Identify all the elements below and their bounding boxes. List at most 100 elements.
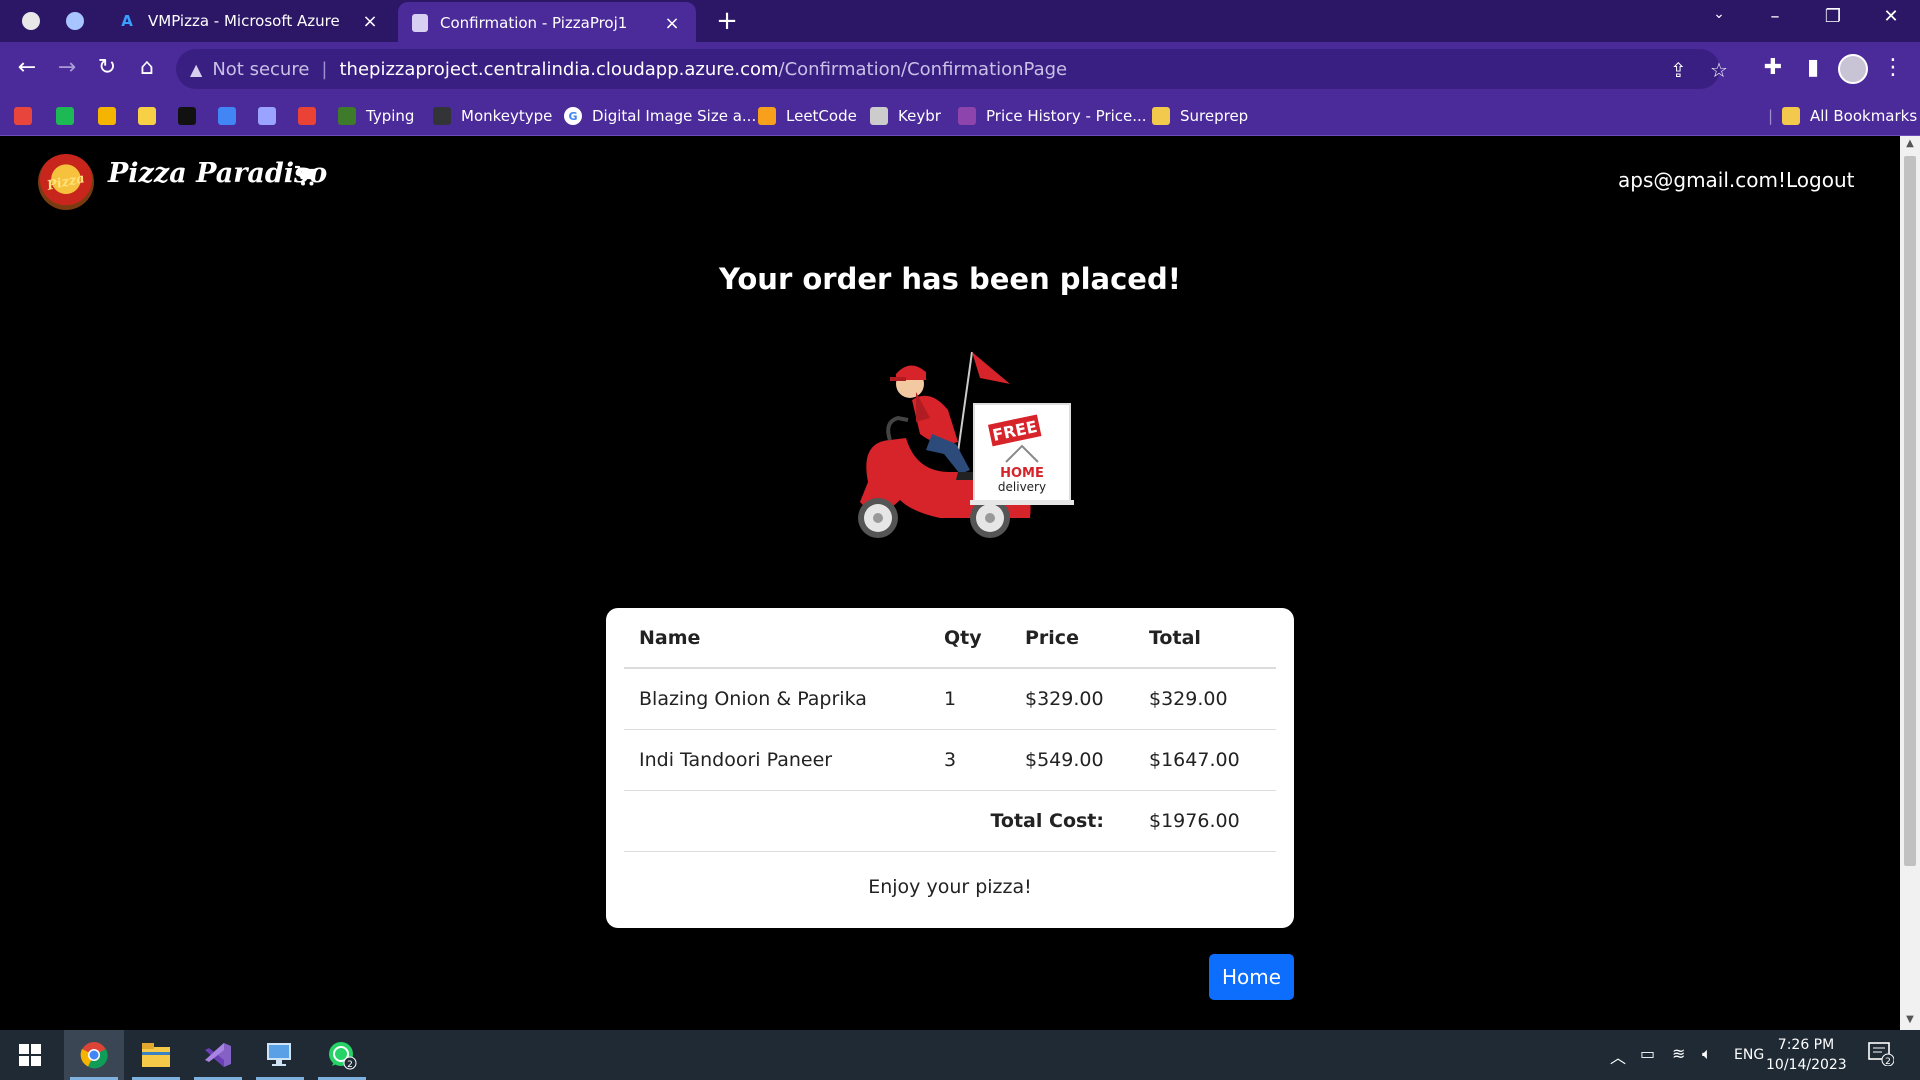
gem-icon: [258, 107, 276, 125]
home-button[interactable]: Home: [1209, 954, 1294, 1000]
enjoy-message: Enjoy your pizza!: [868, 875, 1032, 898]
bookmark-item[interactable]: Sureprep: [1152, 96, 1248, 136]
column-header-total: Total: [1134, 608, 1276, 669]
url-path: /Confirmation/ConfirmationPage: [778, 58, 1068, 80]
bookmark-item[interactable]: Monkeytype: [433, 96, 552, 136]
bookmark-label: Sureprep: [1180, 107, 1249, 125]
visual-studio-icon[interactable]: [188, 1030, 248, 1080]
chrome-icon[interactable]: [64, 1030, 124, 1080]
tab-search-chevron-icon[interactable]: ⌄: [1704, 6, 1734, 22]
security-label[interactable]: Not secure: [212, 59, 309, 80]
item-qty: 1: [929, 668, 1010, 730]
wifi-icon[interactable]: ≋: [1672, 1044, 1685, 1063]
tab-vmpizza-azure[interactable]: A VMPizza - Microsoft Azure ×: [104, 0, 394, 42]
total-cost-value: $1976.00: [1134, 790, 1276, 852]
scroll-up-icon[interactable]: ▲: [1900, 138, 1920, 149]
bookmark-item[interactable]: [56, 96, 84, 136]
item-name: Blazing Onion & Paprika: [624, 668, 929, 730]
whatsapp-icon[interactable]: 2: [312, 1030, 372, 1080]
bookmark-label: Digital Image Size a...: [592, 107, 757, 125]
profile-dot-icon[interactable]: [22, 12, 40, 30]
google-forms-icon: [218, 107, 236, 125]
column-header-price: Price: [1010, 608, 1134, 669]
close-icon[interactable]: ×: [360, 11, 380, 32]
item-price: $549.00: [1010, 729, 1134, 791]
folder-icon: [1152, 107, 1170, 125]
bookmark-item[interactable]: [98, 96, 126, 136]
bookmark-item[interactable]: [14, 96, 42, 136]
bookmark-item[interactable]: G Digital Image Size a...: [564, 96, 756, 136]
column-header-name: Name: [624, 608, 929, 669]
table-header-row: Name Qty Price Total: [624, 608, 1276, 669]
order-summary-card: Name Qty Price Total Blazing Onion & Pap…: [606, 608, 1294, 928]
forward-arrow-icon[interactable]: →: [52, 55, 82, 81]
windows-start-icon[interactable]: [0, 1030, 60, 1080]
bookmark-star-icon[interactable]: ☆: [1710, 58, 1728, 82]
share-icon[interactable]: ⇪: [1670, 58, 1687, 82]
store-icon: [98, 107, 116, 125]
bookmark-label: Price History - Price...: [986, 107, 1147, 125]
minimize-icon[interactable]: –: [1760, 6, 1790, 27]
monkeytype-icon: [433, 107, 451, 125]
volume-icon[interactable]: 🔈︎: [1702, 1044, 1712, 1064]
price-history-icon: [958, 107, 976, 125]
item-price: $329.00: [1010, 668, 1134, 730]
extensions-icon[interactable]: ✚: [1758, 55, 1788, 80]
window-close-icon[interactable]: ✕: [1876, 6, 1906, 27]
pizza-logo[interactable]: Pizza: [38, 154, 94, 210]
cart-icon[interactable]: [294, 164, 318, 195]
address-separator: |: [321, 58, 328, 80]
all-bookmarks-label: All Bookmarks: [1810, 107, 1918, 125]
menu-kebab-icon[interactable]: ⋮: [1878, 55, 1908, 80]
all-bookmarks-button[interactable]: All Bookmarks: [1782, 96, 1917, 136]
side-panel-icon[interactable]: ▮: [1798, 55, 1828, 80]
notifications-icon[interactable]: 2: [1868, 1042, 1895, 1070]
gmail-icon: [298, 107, 316, 125]
file-explorer-icon[interactable]: [126, 1030, 186, 1080]
windows-taskbar: 2 ︿ ▭ ≋ 🔈︎ ENG 7:26 PM 10/14/2023 2: [0, 1030, 1920, 1080]
azure-icon: A: [121, 12, 133, 30]
flipkart-icon: [138, 107, 156, 125]
table-row: Blazing Onion & Paprika 1 $329.00 $329.0…: [624, 668, 1276, 730]
home-icon[interactable]: ⌂: [132, 55, 162, 81]
scroll-thumb[interactable]: [1904, 156, 1916, 866]
logout-link[interactable]: Logout: [1786, 168, 1854, 192]
bookmark-label: LeetCode: [786, 107, 857, 125]
total-row: Total Cost: $1976.00: [624, 790, 1276, 852]
warning-icon[interactable]: ▲: [190, 60, 202, 79]
remote-desktop-icon[interactable]: [250, 1030, 310, 1080]
item-total: $1647.00: [1134, 729, 1276, 791]
bookmark-item[interactable]: [218, 96, 246, 136]
bookmark-item[interactable]: [298, 96, 326, 136]
new-tab-button[interactable]: +: [712, 6, 742, 36]
sign-delivery-text: delivery: [998, 480, 1046, 494]
restore-icon[interactable]: ❐: [1818, 6, 1848, 27]
scroll-down-icon[interactable]: ▼: [1900, 1014, 1920, 1025]
page-title: Your order has been placed!: [719, 262, 1181, 296]
bookmark-item[interactable]: Price History - Price...: [958, 96, 1147, 136]
url-host: thepizzaproject.centralindia.cloudapp.az…: [339, 58, 779, 80]
page-scrollbar[interactable]: ▲ ▼: [1900, 136, 1920, 1030]
sign-home-text: HOME: [1000, 466, 1044, 481]
bookmark-item[interactable]: Typing: [338, 96, 414, 136]
typing-icon: [338, 107, 356, 125]
tab-confirmation[interactable]: Confirmation - PizzaProj1 ×: [398, 2, 696, 44]
amazon-icon: [178, 107, 196, 125]
chevron-up-icon[interactable]: ︿: [1610, 1044, 1626, 1068]
profile-avatar[interactable]: [1838, 54, 1868, 84]
language-indicator[interactable]: ENG: [1734, 1047, 1764, 1063]
bookmark-item[interactable]: [258, 96, 286, 136]
bookmark-item[interactable]: [178, 96, 206, 136]
system-clock[interactable]: 7:26 PM 10/14/2023: [1766, 1035, 1847, 1075]
reload-icon[interactable]: ↻: [92, 55, 122, 81]
speedometer-icon: [14, 107, 32, 125]
battery-icon[interactable]: ▭: [1640, 1044, 1655, 1063]
bookmark-item[interactable]: LeetCode: [758, 96, 857, 136]
tab-search-dot-icon[interactable]: [66, 12, 84, 30]
back-arrow-icon[interactable]: ←: [12, 55, 42, 81]
clock-time: 7:26 PM: [1777, 1037, 1835, 1053]
address-bar[interactable]: ▲ Not secure | thepizzaproject.centralin…: [176, 49, 1728, 89]
close-icon[interactable]: ×: [662, 13, 682, 34]
bookmark-item[interactable]: Keybr: [870, 96, 941, 136]
bookmark-item[interactable]: [138, 96, 166, 136]
